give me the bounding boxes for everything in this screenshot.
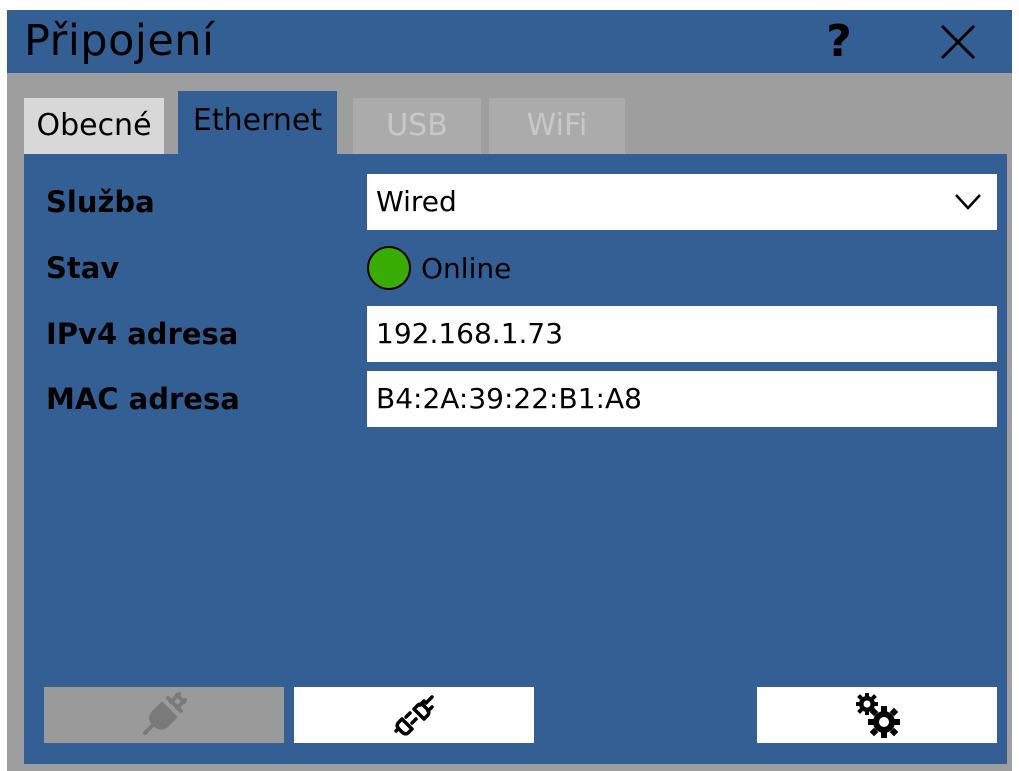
gears-icon — [856, 693, 900, 738]
service-value: Wired — [376, 185, 457, 218]
status-online-icon — [367, 246, 411, 290]
unplugged-plug-icon — [143, 692, 187, 735]
disconnect-button — [44, 687, 284, 743]
tab-general[interactable]: Obecné — [24, 98, 164, 154]
window-title: Připojení — [24, 16, 215, 66]
status-label: Stav — [46, 251, 120, 285]
status-indicator: Online — [367, 242, 511, 294]
connect-button[interactable] — [294, 687, 534, 743]
ipv4-value: 192.168.1.73 — [376, 317, 564, 350]
ethernet-panel: Služba Wired Stav Online IPv4 adresa 192… — [24, 154, 1007, 764]
service-select[interactable]: Wired — [367, 174, 997, 230]
title-bar: Připojení ? — [7, 10, 1012, 73]
chevron-down-icon — [955, 194, 981, 210]
tab-wifi: WiFi — [489, 98, 625, 154]
status-value: Online — [421, 251, 512, 285]
ipv4-field: 192.168.1.73 — [367, 306, 997, 362]
mac-value: B4:2A:39:22:B1:A8 — [376, 382, 642, 415]
connection-dialog: Připojení ? Obecné Ethernet USB WiFi Slu… — [7, 10, 1012, 771]
help-question-icon: ? — [826, 16, 852, 67]
mac-label: MAC adresa — [46, 382, 240, 416]
tab-usb: USB — [353, 98, 481, 154]
ipv4-label: IPv4 adresa — [46, 317, 239, 351]
help-button[interactable]: ? — [815, 18, 863, 66]
mac-field: B4:2A:39:22:B1:A8 — [367, 371, 997, 427]
close-x-icon — [940, 24, 976, 60]
close-button[interactable] — [934, 18, 982, 66]
service-label: Služba — [46, 185, 155, 219]
tab-ethernet[interactable]: Ethernet — [178, 91, 337, 154]
plug-connect-icon — [394, 695, 434, 736]
settings-button[interactable] — [757, 687, 997, 743]
